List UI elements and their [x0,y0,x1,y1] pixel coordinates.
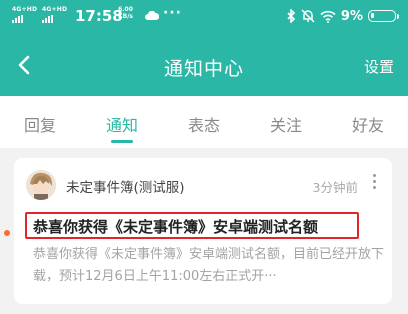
tab-replies[interactable]: 回复 [10,112,70,136]
page-title: 通知中心 [163,58,244,80]
status-bar: 4G+HD 4G+HD 17:58 6.00 KB/s ··· 9% [0,0,408,34]
network-speed: 6.00 KB/s [118,6,133,20]
notification-time: 3分钟前 [312,180,358,195]
cloud-icon [145,11,159,20]
signal-icon: 4G+HD [12,7,37,23]
tab-bar: 回复 通知 表态 关注 好友 [0,96,408,148]
mute-bell-icon [301,9,315,23]
wifi-icon [320,10,336,23]
signal-label: 4G+HD [12,6,38,13]
sender-name: 未定事件簿(测试服) [66,180,185,196]
avatar[interactable] [26,170,56,200]
status-time: 17:58 [75,7,123,25]
navigation-bar: 通知中心 设置 [0,34,408,96]
speed-unit: KB/s [118,13,133,20]
status-right: 9% [287,7,399,25]
tab-reactions[interactable]: 表态 [174,112,234,136]
battery-percent: 9% [340,8,363,24]
notification-card[interactable]: 未定事件簿(测试服) 3分钟前 恭喜你获得《未定事件簿》安卓端测试名额 恭喜你获… [14,158,392,304]
avatar-image [26,170,56,200]
notification-headline: 恭喜你获得《未定事件簿》安卓端测试名额 [33,218,319,236]
more-options-icon[interactable] [372,174,378,194]
unread-indicator [4,230,10,236]
bluetooth-icon [287,9,296,23]
speed-value: 6.00 [118,6,133,13]
app-header-area: 4G+HD 4G+HD 17:58 6.00 KB/s ··· 9% 通知中心 … [0,0,408,96]
active-tab-indicator [111,140,133,143]
notification-preview: 恭喜你获得《未定事件簿》安卓端测试名额，目前已经开放下载，预计12月6日上午11… [33,247,385,284]
signal-label: 4G+HD [42,6,68,13]
battery-icon [368,10,399,22]
settings-button[interactable]: 设置 [364,56,394,77]
more-notifications-icon: ··· [163,5,182,21]
signal-icon: 4G+HD [42,7,67,23]
tab-following[interactable]: 关注 [256,112,316,136]
tab-friends[interactable]: 好友 [338,112,398,136]
tab-notifications[interactable]: 通知 [92,112,152,136]
